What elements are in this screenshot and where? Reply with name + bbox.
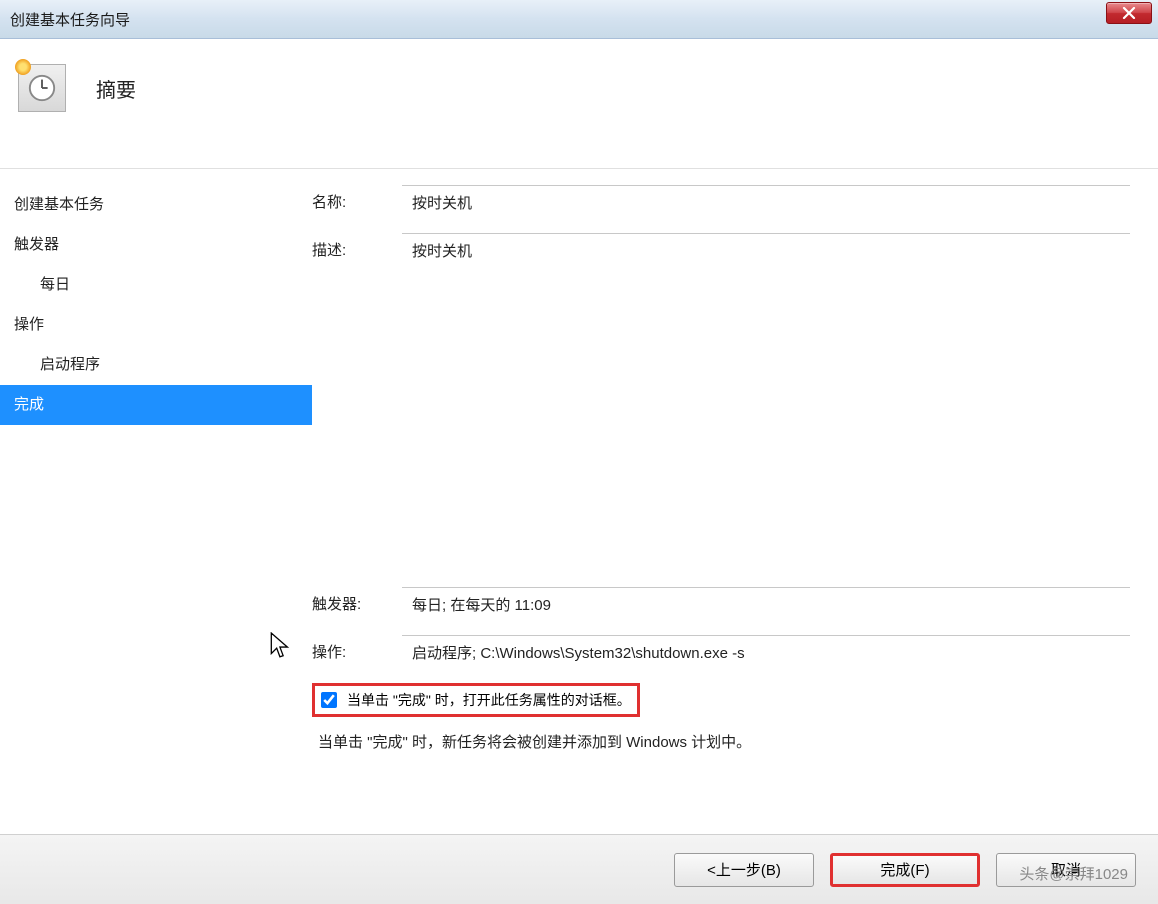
desc-value: 按时关机 (402, 233, 1130, 573)
finish-button[interactable]: 完成(F) (830, 853, 980, 887)
name-value: 按时关机 (402, 185, 1130, 219)
desc-row: 描述: 按时关机 (312, 233, 1130, 573)
finish-info-text: 当单击 "完成" 时，新任务将会被创建并添加到 Windows 计划中。 (312, 731, 1130, 752)
action-row: 操作: 启动程序; C:\Windows\System32\shutdown.e… (312, 635, 1130, 669)
wizard-content: 名称: 按时关机 描述: 按时关机 触发器: 每日; 在每天的 11:09 操作… (312, 169, 1158, 834)
close-icon (1122, 7, 1136, 19)
wizard-body: 创建基本任务 触发器 每日 操作 启动程序 完成 名称: 按时关机 描述: 按时… (0, 169, 1158, 834)
clock-icon (18, 64, 66, 112)
back-button[interactable]: <上一步(B) (674, 853, 814, 887)
open-properties-checkbox[interactable] (321, 692, 337, 708)
sidebar-step-create[interactable]: 创建基本任务 (0, 185, 312, 225)
sidebar-step-action[interactable]: 操作 (0, 305, 312, 345)
trigger-value: 每日; 在每天的 11:09 (402, 587, 1130, 621)
sidebar-step-startprogram[interactable]: 启动程序 (0, 345, 312, 385)
wizard-sidebar: 创建基本任务 触发器 每日 操作 启动程序 完成 (0, 169, 312, 834)
action-label: 操作: (312, 635, 402, 662)
window-title: 创建基本任务向导 (10, 9, 130, 30)
sidebar-step-trigger[interactable]: 触发器 (0, 225, 312, 265)
sidebar-step-finish[interactable]: 完成 (0, 385, 312, 425)
name-row: 名称: 按时关机 (312, 185, 1130, 219)
trigger-row: 触发器: 每日; 在每天的 11:09 (312, 587, 1130, 621)
title-bar: 创建基本任务向导 (0, 0, 1158, 39)
trigger-label: 触发器: (312, 587, 402, 614)
open-properties-checkbox-row[interactable]: 当单击 "完成" 时，打开此任务属性的对话框。 (312, 683, 640, 717)
name-label: 名称: (312, 185, 402, 212)
page-heading: 摘要 (96, 64, 136, 103)
action-value: 启动程序; C:\Windows\System32\shutdown.exe -… (402, 635, 1130, 669)
cancel-button[interactable]: 取消 (996, 853, 1136, 887)
desc-label: 描述: (312, 233, 402, 260)
open-properties-label: 当单击 "完成" 时，打开此任务属性的对话框。 (347, 690, 631, 710)
close-button[interactable] (1106, 2, 1152, 24)
wizard-footer: <上一步(B) 完成(F) 取消 头条@崇拜1029 (0, 834, 1158, 904)
sidebar-step-daily[interactable]: 每日 (0, 265, 312, 305)
wizard-header: 摘要 (0, 39, 1158, 169)
